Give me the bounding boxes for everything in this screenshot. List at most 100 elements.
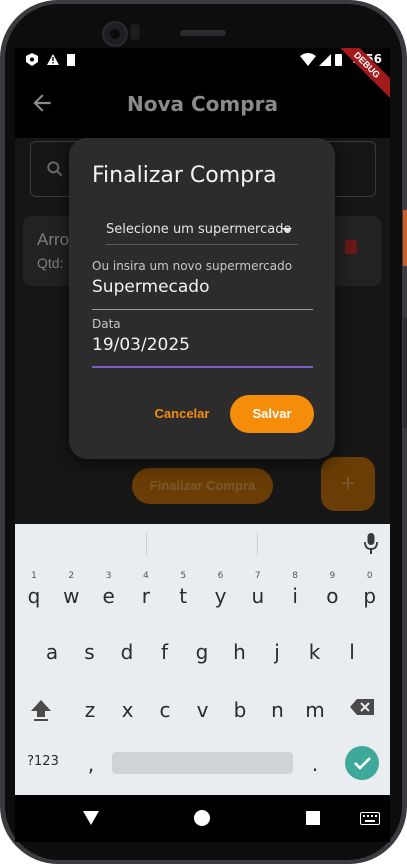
wifi-signal-battery-icons <box>300 53 342 66</box>
finalize-dialog: Finalizar Compra Selecione um supermerca… <box>69 138 335 459</box>
key-o[interactable]: 9o <box>314 571 350 616</box>
key-g[interactable]: g <box>184 628 220 672</box>
key-c[interactable]: c <box>147 686 183 730</box>
key-char: z <box>84 698 96 722</box>
key-b[interactable]: b <box>222 686 258 730</box>
enter-key[interactable] <box>345 746 379 780</box>
key-char: c <box>159 698 171 722</box>
key-char: i <box>292 584 298 608</box>
key-hint: 5 <box>180 571 187 581</box>
key-char: o <box>326 584 339 608</box>
key-char: f <box>160 640 169 664</box>
date-field[interactable]: Data <box>92 317 313 369</box>
key-char: n <box>271 698 284 722</box>
key-y[interactable]: 6y <box>203 571 239 616</box>
key-d[interactable]: d <box>109 628 145 672</box>
dropdown-arrow-icon <box>282 228 292 233</box>
key-w[interactable]: 2w <box>53 571 89 616</box>
phone-frame: 9:56 Nova Compra DEBUG Arro Qtd: Finaliz… <box>0 0 407 864</box>
key-char: a <box>45 640 59 664</box>
checkmark-icon <box>354 757 371 770</box>
finalize-purchase-button[interactable]: Finalizar Compra <box>132 468 273 504</box>
key-char: w <box>63 584 80 608</box>
page-title: Nova Compra <box>127 92 278 116</box>
home-circle-icon[interactable] <box>194 810 210 826</box>
key-hint: 8 <box>292 571 298 581</box>
key-s[interactable]: s <box>72 628 108 672</box>
key-r[interactable]: 4r <box>128 571 164 616</box>
key-hint: 4 <box>143 571 149 581</box>
key-char: d <box>120 640 134 664</box>
dialog-title: Finalizar Compra <box>92 163 277 188</box>
field-underline-focused <box>92 366 313 368</box>
key-char: s <box>84 640 95 664</box>
key-char: g <box>195 640 209 664</box>
key-t[interactable]: 5t <box>165 571 201 616</box>
key-hint: 7 <box>254 571 261 581</box>
key-char: u <box>251 584 265 608</box>
back-triangle-icon[interactable] <box>83 811 99 825</box>
key-char: p <box>363 584 377 608</box>
soft-keyboard: 1q2w3e4r5t6y7u8i9o0p asdfghjkl zxcvbnm ?… <box>15 524 390 795</box>
microphone-icon[interactable] <box>364 533 378 555</box>
key-char: j <box>274 640 280 664</box>
key-char: q <box>27 584 41 608</box>
symbols-key[interactable]: ?123 <box>23 748 63 792</box>
key-m[interactable]: m <box>297 686 333 730</box>
period-key[interactable]: . <box>297 746 333 790</box>
key-u[interactable]: 7u <box>240 571 276 616</box>
status-bar: 9:56 <box>15 48 390 72</box>
key-hint: 1 <box>31 571 37 581</box>
suggestion-strip <box>15 524 390 562</box>
navigation-bar <box>15 795 390 842</box>
key-q[interactable]: 1q <box>16 571 52 616</box>
recents-square-icon[interactable] <box>306 811 320 825</box>
key-e[interactable]: 3e <box>91 571 127 616</box>
key-char: t <box>179 584 188 608</box>
search-icon <box>47 161 63 177</box>
key-n[interactable]: n <box>260 686 296 730</box>
spacebar[interactable] <box>112 752 293 774</box>
keyboard-switch-icon[interactable] <box>360 812 380 825</box>
key-z[interactable]: z <box>72 686 108 730</box>
supermarket-dropdown[interactable]: Selecione um supermercado <box>106 212 298 245</box>
save-button[interactable]: Salvar <box>230 395 314 433</box>
key-hint: 0 <box>366 571 373 581</box>
key-char: l <box>349 640 355 664</box>
key-v[interactable]: v <box>185 686 221 730</box>
earpiece-speaker <box>180 30 226 36</box>
field-underline <box>92 309 313 310</box>
cancel-button[interactable]: Cancelar <box>149 400 215 428</box>
comma-key[interactable]: , <box>73 746 109 790</box>
new-supermarket-field[interactable]: Ou insira um novo supermercado <box>92 259 313 311</box>
item-name: Arro <box>37 230 70 249</box>
key-f[interactable]: f <box>147 628 183 672</box>
power-button <box>403 210 407 266</box>
key-char: b <box>233 698 247 722</box>
date-input[interactable] <box>92 335 313 355</box>
volume-button <box>403 318 407 428</box>
key-char: k <box>308 640 321 664</box>
new-supermarket-input[interactable] <box>92 277 313 297</box>
key-l[interactable]: l <box>334 628 370 672</box>
key-p[interactable]: 0p <box>352 571 388 616</box>
key-a[interactable]: a <box>34 628 70 672</box>
backspace-icon[interactable] <box>349 698 375 716</box>
screen: 9:56 Nova Compra DEBUG Arro Qtd: Finaliz… <box>15 48 390 842</box>
key-j[interactable]: j <box>259 628 295 672</box>
add-item-button[interactable]: + <box>321 457 375 511</box>
shift-icon[interactable] <box>30 698 52 722</box>
key-hint: 9 <box>329 571 336 581</box>
key-x[interactable]: x <box>110 686 146 730</box>
key-h[interactable]: h <box>222 628 258 672</box>
front-camera <box>102 21 128 47</box>
key-i[interactable]: 8i <box>277 571 313 616</box>
key-k[interactable]: k <box>297 628 333 672</box>
delete-icon[interactable] <box>345 240 357 254</box>
suggestion-divider <box>146 533 147 555</box>
key-hint: 2 <box>68 571 75 581</box>
key-char: e <box>102 584 115 608</box>
proximity-sensor <box>130 24 140 40</box>
suggestion-divider <box>257 533 258 555</box>
date-label: Data <box>92 317 121 331</box>
